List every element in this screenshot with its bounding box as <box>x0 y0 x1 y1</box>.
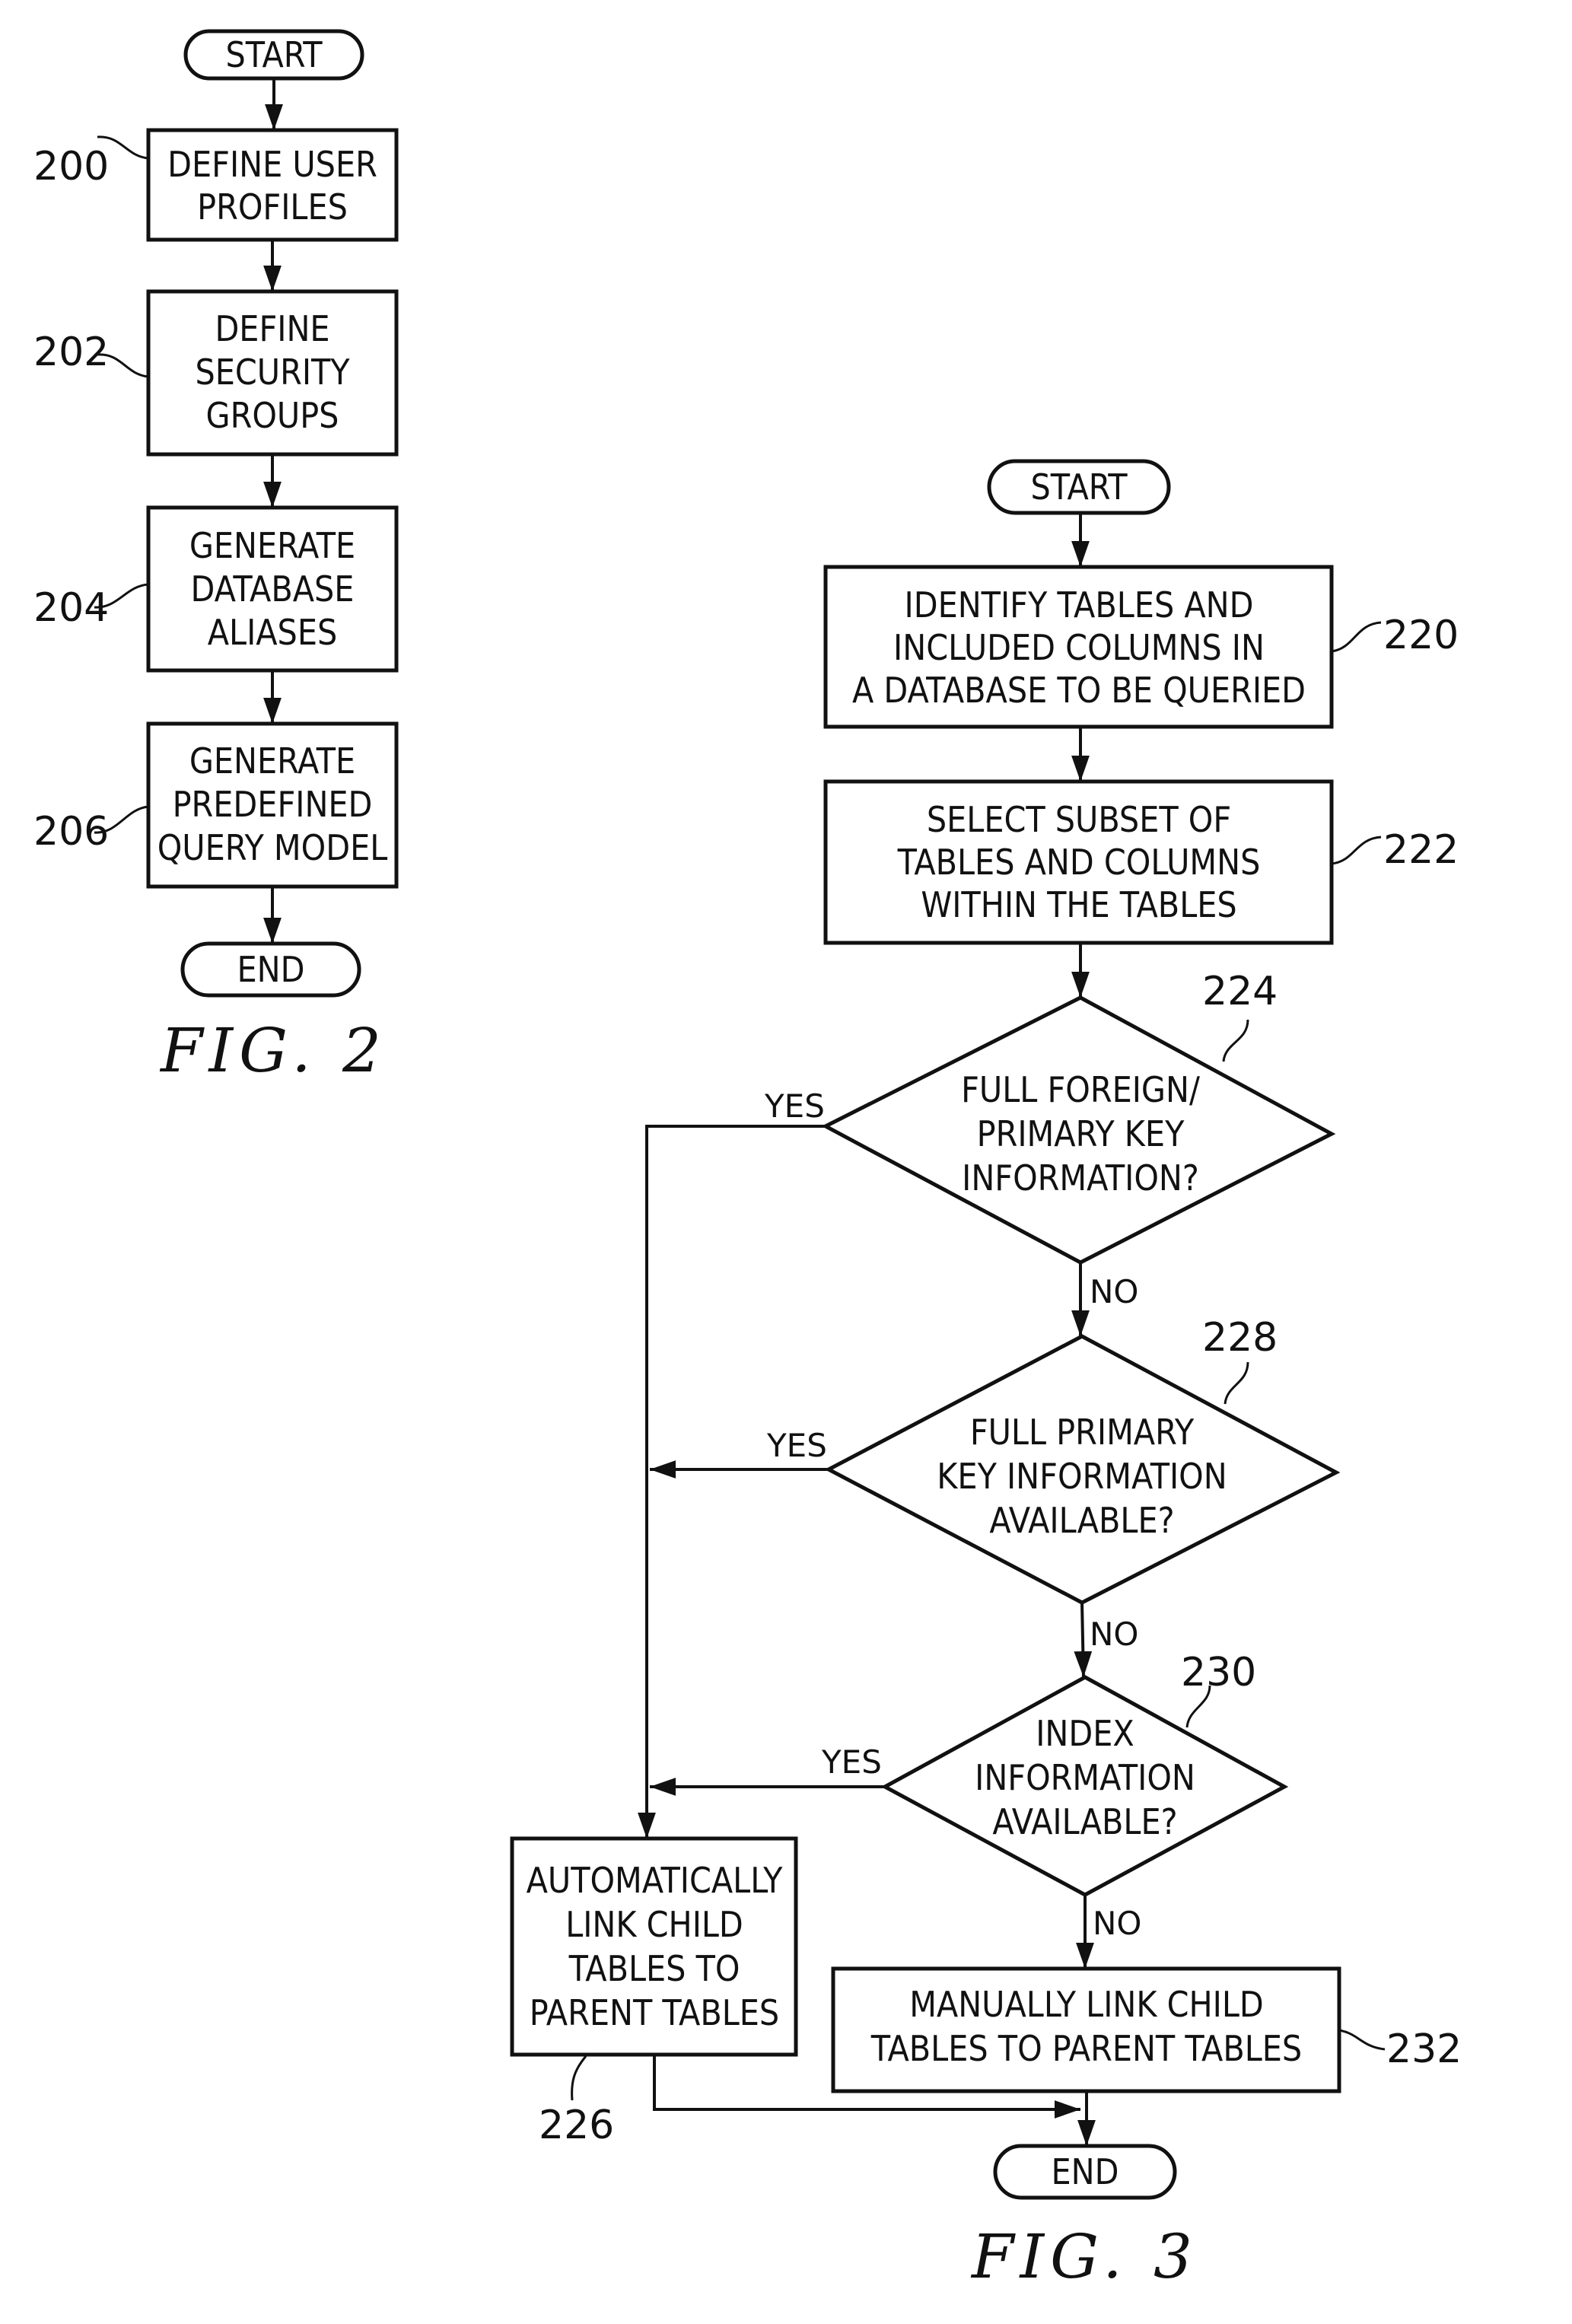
step-line: DATABASE <box>191 568 355 610</box>
fig3-start-terminal: START <box>987 459 1171 515</box>
step-line: MANUALLY LINK CHILD <box>909 1984 1264 2025</box>
ref-number: 220 <box>1383 613 1459 658</box>
decision-line: INDEX <box>1036 1713 1134 1754</box>
step-line: ALIASES <box>208 612 338 653</box>
yes-label: YES <box>766 1427 827 1464</box>
fig2-step-200: DEFINE USER PROFILES 200 <box>33 128 399 242</box>
fig2-step-206: GENERATE PREDEFINED QUERY MODEL 206 <box>33 721 399 889</box>
fig2-start-terminal: START <box>183 29 364 81</box>
step-line: PROFILES <box>197 186 348 228</box>
ref-number: 204 <box>33 585 109 631</box>
ref-number: 224 <box>1202 969 1278 1014</box>
fig3-decision-228: FULL PRIMARY KEY INFORMATION AVAILABLE? … <box>766 1315 1341 1653</box>
decision-line: INFORMATION <box>975 1757 1195 1798</box>
step-line: DEFINE USER <box>167 144 377 185</box>
step-line: GROUPS <box>206 395 339 436</box>
fig2-step-204: GENERATE DATABASE ALIASES 204 <box>33 505 399 673</box>
ref-number: 206 <box>33 809 109 855</box>
fig2-step-202: DEFINE SECURITY GROUPS 202 <box>33 289 399 457</box>
decision-line: AVAILABLE? <box>989 1500 1174 1541</box>
fig3-end-terminal: END <box>993 2144 1177 2200</box>
step-line: GENERATE <box>189 525 355 566</box>
fig3-caption: FIG. 3 <box>970 2221 1198 2292</box>
decision-line: AVAILABLE? <box>992 1801 1177 1842</box>
fig3-step-222: SELECT SUBSET OF TABLES AND COLUMNS WITH… <box>823 779 1459 945</box>
step-line: A DATABASE TO BE QUERIED <box>852 670 1306 711</box>
step-line: AUTOMATICALLY <box>527 1860 784 1901</box>
step-line: SELECT SUBSET OF <box>927 799 1231 840</box>
step-line: INCLUDED COLUMNS IN <box>893 627 1265 668</box>
fig3-yes-path-to-226 <box>638 1125 826 1839</box>
ref-number: 200 <box>33 144 109 189</box>
decision-line: KEY INFORMATION <box>937 1456 1227 1497</box>
figure-2-flowchart: START DEFINE USER PROFILES 200 DEFINE SE… <box>33 29 399 1086</box>
fig2-end-terminal: END <box>180 941 361 998</box>
ref-leader <box>571 2055 587 2101</box>
fig3-start-label: START <box>1031 466 1128 508</box>
step-line: PARENT TABLES <box>530 1992 779 2033</box>
step-line: GENERATE <box>189 740 355 782</box>
step-line: PREDEFINED <box>173 784 373 825</box>
fig2-caption: FIG. 2 <box>159 1015 387 1086</box>
fig2-end-label: END <box>237 949 305 990</box>
ref-number: 232 <box>1386 2026 1462 2072</box>
decision-line: FULL FOREIGN/ <box>961 1069 1200 1110</box>
ref-number: 222 <box>1383 827 1459 873</box>
decision-line: PRIMARY KEY <box>977 1113 1185 1154</box>
fig3-step-220: IDENTIFY TABLES AND INCLUDED COLUMNS IN … <box>823 565 1459 729</box>
step-line: IDENTIFY TABLES AND <box>905 584 1254 626</box>
ref-number: 228 <box>1202 1315 1278 1361</box>
step-line: TABLES TO <box>568 1948 740 1989</box>
step-line: WITHIN THE TABLES <box>921 884 1236 925</box>
ref-leader <box>1224 1361 1249 1405</box>
fig3-decision-230: INDEX INFORMATION AVAILABLE? 230 YES NO <box>821 1650 1289 1942</box>
ref-leader <box>1331 621 1382 653</box>
figure-3-flowchart: START IDENTIFY TABLES AND INCLUDED COLUM… <box>510 459 1462 2292</box>
step-line: QUERY MODEL <box>158 827 388 868</box>
fig3-step-232-manual-link: MANUALLY LINK CHILD TABLES TO PARENT TAB… <box>831 1966 1462 2093</box>
yes-label: YES <box>764 1087 825 1125</box>
step-line: DEFINE <box>215 308 329 349</box>
no-label: NO <box>1090 1273 1138 1310</box>
step-line: SECURITY <box>195 352 350 393</box>
fig2-start-label: START <box>226 34 323 75</box>
yes-label: YES <box>821 1743 882 1781</box>
ref-leader <box>1331 836 1382 865</box>
ref-number: 226 <box>539 2103 614 2148</box>
step-line: LINK CHILD <box>565 1904 743 1945</box>
ref-leader <box>1222 1019 1249 1062</box>
step-line: TABLES AND COLUMNS <box>897 842 1261 883</box>
patent-drawing-sheet: START DEFINE USER PROFILES 200 DEFINE SE… <box>33 29 1462 2292</box>
no-label: NO <box>1093 1905 1141 1942</box>
ref-number: 202 <box>33 329 109 375</box>
step-line: TABLES TO PARENT TABLES <box>870 2028 1302 2069</box>
ref-leader <box>1338 2029 1386 2051</box>
fig3-decision-224: FULL FOREIGN/ PRIMARY KEY INFORMATION? 2… <box>764 969 1336 1310</box>
decision-line: FULL PRIMARY <box>970 1412 1195 1453</box>
decision-line: INFORMATION? <box>962 1157 1199 1199</box>
fig3-end-label: END <box>1052 2151 1119 2192</box>
fig3-arrow-228-230 <box>1074 1602 1093 1678</box>
ref-number: 230 <box>1181 1650 1256 1695</box>
no-label: NO <box>1090 1616 1138 1653</box>
